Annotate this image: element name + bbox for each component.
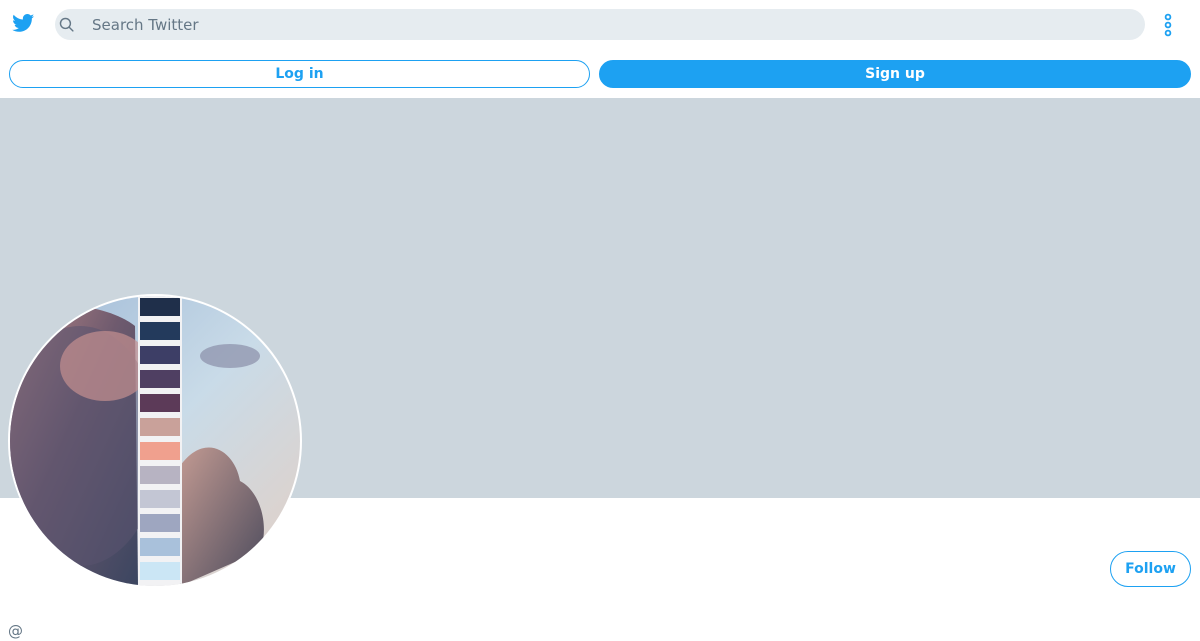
follow-button[interactable]: Follow (1110, 551, 1191, 587)
signup-button[interactable]: Sign up (599, 60, 1191, 88)
profile-handle: @ (8, 622, 23, 640)
avatar-image (10, 296, 300, 586)
more-vertical-icon[interactable] (1160, 13, 1176, 37)
auth-buttons-row: Log in Sign up (0, 48, 1200, 99)
search-icon (59, 17, 74, 32)
search-input[interactable] (92, 9, 1132, 40)
twitter-bird-icon[interactable] (11, 12, 36, 34)
top-bar (0, 0, 1200, 48)
profile-avatar[interactable] (8, 294, 302, 588)
login-button[interactable]: Log in (9, 60, 590, 88)
